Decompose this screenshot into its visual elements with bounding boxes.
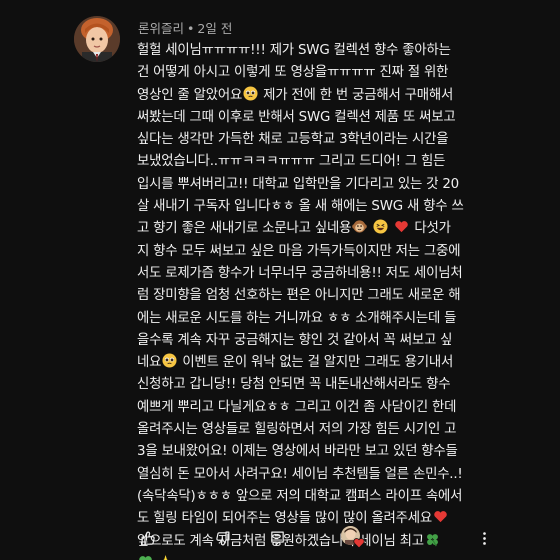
red-heart-emoji — [395, 221, 409, 233]
pleading-face-emoji — [243, 86, 258, 101]
grinning-squinting-face-emoji — [373, 219, 388, 234]
thumbs-down-icon — [215, 531, 229, 545]
more-actions-button[interactable] — [472, 526, 496, 550]
comment-line: 입시를 뿌셔버리고!! 대학교 입학만을 기다리고 있는 갓 20 — [137, 176, 459, 192]
comment-action-bar — [0, 526, 560, 554]
comment-line: (속닥속닥)ㅎㅎㅎ 앞으로 저의 대학교 캠퍼스 라이프 속에서 — [137, 488, 463, 504]
comment-line: 살 새내기 구독자 입니다ㅎㅎ 올 새 해에는 SWG 새 향수 쓰 — [137, 199, 464, 215]
comment-line: 헐헐 세이님ㅠㅠㅠㅠ!!! 제가 SWG 컬렉션 향수 좋아하는 — [137, 43, 451, 58]
green-heart-emoji — [139, 555, 152, 560]
comment-line: 보냈었습니다..ㅠㅠㅋㅋㅋㅠㅠㅠ 그리고 드디어! 그 힘든 — [137, 154, 446, 170]
comment-line: 건 어떻게 아시고 이렇게 또 영상을ㅠㅠㅠㅠ 진짜 절 위한 — [137, 65, 449, 81]
comment-line: 을수록 계속 자꾸 궁금해지는 향인 것 같아서 꼭 써보고 싶 — [137, 332, 453, 348]
creator-heart-badge[interactable] — [341, 526, 369, 552]
pleading-face-emoji — [162, 353, 177, 368]
comment-line: 예쁘게 뿌리고 다닐게요ㅎㅎ 그리고 이건 좀 사담이긴 한데 — [137, 399, 457, 415]
comment-line: 영상인 줄 알았어요 제가 전에 한 번 궁금해서 구매해서 — [137, 86, 454, 103]
comment-meta: 론위즐리 • 2일 전 — [138, 18, 232, 37]
comment-line: 고 향기 좋은 새내기로 소문나고 싶네용 다섯가 — [137, 219, 451, 237]
author-name[interactable]: 론위즐리 — [138, 21, 184, 36]
meta-separator: • — [187, 21, 195, 36]
author-avatar[interactable] — [74, 16, 120, 62]
comment-line: 네요 이벤트 운이 워낙 없는 걸 알지만 그래도 용기내서 — [137, 353, 454, 371]
comment-thread: 론위즐리 • 2일 전 헐헐 세이님ㅠㅠㅠㅠ!!! 제가 SWG 컬렉션 향수 좋아… — [0, 0, 560, 560]
comment-time[interactable]: 2일 전 — [197, 21, 232, 36]
sparkles-emoji — [162, 554, 169, 560]
reply-icon — [270, 531, 284, 545]
comment-line: 서도 로제가즘 향수가 너무너무 궁금하네용!! 저도 세이님처 — [137, 265, 463, 281]
comment-line: 에는 새로운 시도를 하는 거니까요 ㅎㅎ 소개해주시는데 들 — [137, 310, 457, 326]
red-heart-icon — [353, 538, 365, 549]
comment-line: 신청하고 갑니당!! 당첨 안되면 꼭 내돈내산해서라도 향수 — [137, 377, 451, 393]
comment-line: 럼 장미향을 엄청 선호하는 편은 아니지만 그래도 새로운 해 — [137, 288, 461, 304]
monkey-face-emoji — [352, 220, 368, 233]
red-heart-emoji — [434, 511, 447, 523]
comment-line: 싶다는 생각만 가득한 채로 고등학교 3학년이라는 시간을 — [137, 132, 449, 148]
dislike-button[interactable] — [210, 526, 234, 550]
comment-line: 써봤는데 그때 이후로 반해서 SWG 컬렉션 제품 또 써보고 — [137, 109, 456, 125]
comment-line: 3을 보내왔어요! 이제는 영상에서 바라만 보고 있던 향수들 — [137, 444, 458, 460]
comment-body: 헐헐 세이님ㅠㅠㅠㅠ!!! 제가 SWG 컬렉션 향수 좋아하는 건 어떻게 아… — [137, 40, 499, 560]
comment-line: 지 향수 모두 써보고 싶은 마음 가득가득이지만 저는 그중에 — [137, 243, 461, 259]
like-button[interactable] — [136, 526, 160, 550]
more-vertical-icon — [482, 531, 486, 545]
reply-button[interactable] — [265, 526, 289, 550]
comment-line: 열심히 돈 모아서 사려구요! 세이님 추천템들 얼른 손민수..! — [137, 466, 463, 482]
thumbs-up-icon — [141, 531, 155, 545]
comment-line: 올려주시는 영상들로 힐링하면서 저의 가장 힘든 시기인 고 — [137, 422, 457, 438]
